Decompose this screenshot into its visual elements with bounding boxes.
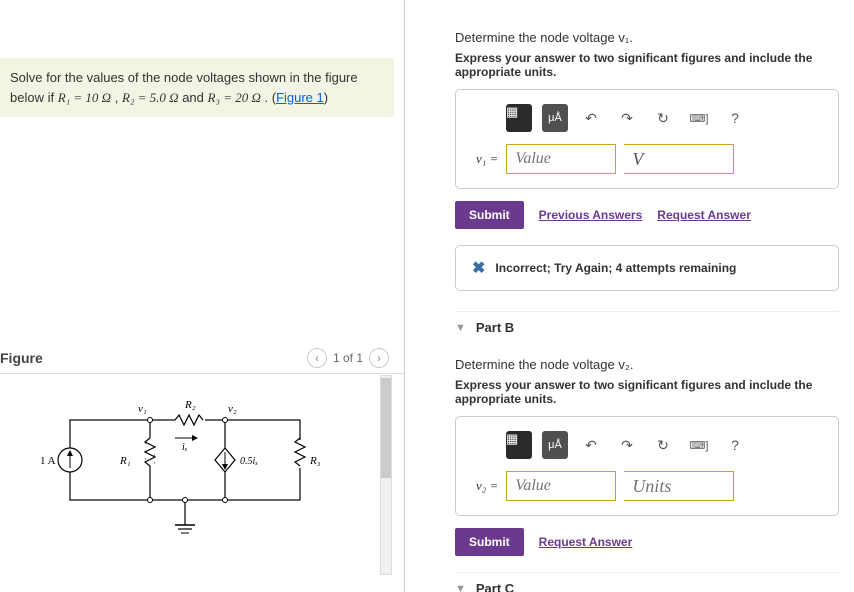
redo-icon[interactable]: ↷ (614, 433, 640, 457)
redo-icon[interactable]: ↷ (614, 106, 640, 130)
keyboard-icon[interactable]: ⌨] (686, 106, 712, 130)
v2-value-input[interactable] (506, 471, 616, 501)
svg-text:v₂: v₂ (228, 403, 237, 415)
parta-instruction: Express your answer to two significant f… (455, 51, 839, 79)
chevron-down-icon: ▼ (455, 322, 466, 334)
keyboard-icon[interactable]: ⌨] (686, 433, 712, 457)
v1-label: v₁ = (476, 151, 498, 167)
help-icon[interactable]: ? (722, 106, 748, 130)
partc-title: Part C (476, 581, 514, 592)
pager-text: 1 of 1 (333, 351, 363, 365)
submit-button[interactable]: Submit (455, 201, 524, 229)
svg-text:iₓ: iₓ (182, 442, 188, 453)
svg-text:R₃: R₃ (309, 455, 321, 467)
v2-units-input[interactable] (624, 471, 734, 501)
chevron-down-icon: ▼ (455, 583, 466, 592)
v2-label: v₂ = (476, 478, 498, 494)
svg-text:0.5iₓ: 0.5iₓ (240, 456, 258, 467)
previous-answers-link[interactable]: Previous Answers (539, 208, 643, 222)
svg-text:1 A: 1 A (40, 455, 56, 467)
figure-scrollbar[interactable] (380, 375, 392, 575)
figure-link[interactable]: Figure 1 (276, 90, 324, 105)
units-icon[interactable]: μÅ (542, 104, 568, 132)
parta-prompt: Determine the node voltage v₁. (455, 30, 839, 45)
request-answer-link-b[interactable]: Request Answer (539, 535, 633, 549)
partb-answer-box: ▦ μÅ ↶ ↷ ↻ ⌨] ? v₂ = (455, 416, 839, 516)
figure-pager: ‹ 1 of 1 › (307, 348, 389, 368)
v1-units-input[interactable] (624, 144, 734, 174)
figure-title: Figure (0, 350, 43, 366)
parta-answer-box: ▦ μÅ ↶ ↷ ↻ ⌨] ? v₁ = (455, 89, 839, 189)
units-icon[interactable]: μÅ (542, 431, 568, 459)
circuit-figure: 1 A R₁ R₂ R₃ 0.5iₓ v₁ v₂ iₓ (10, 390, 384, 570)
partb-title: Part B (476, 320, 514, 335)
partb-header[interactable]: ▼ Part B (455, 311, 839, 343)
v1-value-input[interactable] (506, 144, 616, 174)
undo-icon[interactable]: ↶ (578, 106, 604, 130)
submit-button-b[interactable]: Submit (455, 528, 524, 556)
svg-text:R₁: R₁ (119, 455, 131, 467)
partb-prompt: Determine the node voltage v₂. (455, 357, 839, 372)
prev-figure-button[interactable]: ‹ (307, 348, 327, 368)
problem-statement: Solve for the values of the node voltage… (0, 58, 394, 117)
partb-instruction: Express your answer to two significant f… (455, 378, 839, 406)
feedback-text: Incorrect; Try Again; 4 attempts remaini… (495, 261, 736, 275)
template-icon[interactable]: ▦ (506, 431, 532, 459)
template-icon[interactable]: ▦ (506, 104, 532, 132)
help-icon[interactable]: ? (722, 433, 748, 457)
svg-text:R₂: R₂ (184, 399, 196, 411)
svg-text:v₁: v₁ (138, 403, 147, 415)
reset-icon[interactable]: ↻ (650, 433, 676, 457)
next-figure-button[interactable]: › (369, 348, 389, 368)
reset-icon[interactable]: ↻ (650, 106, 676, 130)
request-answer-link[interactable]: Request Answer (657, 208, 751, 222)
partc-header[interactable]: ▼ Part C (455, 572, 839, 592)
incorrect-icon: ✖ (472, 258, 485, 278)
feedback-box: ✖ Incorrect; Try Again; 4 attempts remai… (455, 245, 839, 291)
undo-icon[interactable]: ↶ (578, 433, 604, 457)
